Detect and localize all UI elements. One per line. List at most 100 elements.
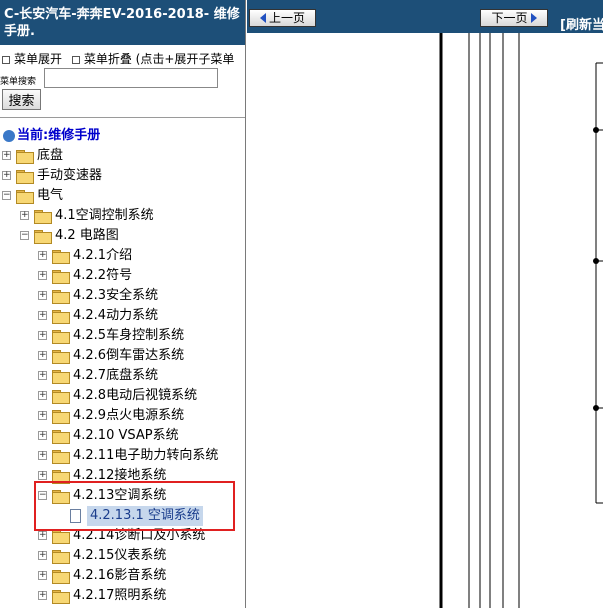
menu-tree: 当前:维修手册 + 底盘 + 手动变速器 − 电气 + 4.1空调控制系统 − …: [0, 126, 245, 606]
tree-item-label: 4.2.10 VSAP系统: [73, 428, 179, 443]
folder-icon: [16, 170, 34, 184]
tree-item-label: 4.2.1介绍: [73, 248, 133, 263]
red-highlight-box: [34, 481, 235, 531]
tree-item-label: 4.2.11电子助力转向系统: [73, 448, 219, 463]
folder-icon: [52, 410, 70, 424]
expand-plus-icon[interactable]: +: [38, 571, 47, 580]
expand-plus-icon[interactable]: +: [38, 271, 47, 280]
folder-icon: [52, 270, 70, 284]
expand-icon: [2, 56, 10, 64]
folder-icon: [16, 150, 34, 164]
tree-current[interactable]: 当前:维修手册: [0, 126, 245, 146]
tree-item-4-2-10[interactable]: + 4.2.10 VSAP系统: [0, 426, 245, 446]
tree-item-label: 电气: [37, 188, 64, 203]
tree-item-manual-transmission[interactable]: + 手动变速器: [0, 166, 245, 186]
folder-icon: [52, 310, 70, 324]
folder-icon: [52, 250, 70, 264]
tree-item-label: 4.2.3安全系统: [73, 288, 159, 303]
menu-collapse-link[interactable]: 菜单折叠 (点击+展开子菜单: [70, 50, 235, 67]
junction-dot: [593, 127, 599, 133]
expand-plus-icon[interactable]: +: [38, 251, 47, 260]
menu-controls: 菜单展开 菜单折叠 (点击+展开子菜单: [0, 50, 238, 67]
nav-bar: 上一页 下一页 [刷新当: [247, 0, 603, 33]
tree-item-label: 4.2.7底盘系统: [73, 368, 159, 383]
expand-plus-icon[interactable]: +: [38, 291, 47, 300]
tree-item-4-2-1[interactable]: + 4.2.1介绍: [0, 246, 245, 266]
tree-item-4-2-7[interactable]: + 4.2.7底盘系统: [0, 366, 245, 386]
collapse-minus-icon[interactable]: −: [20, 231, 29, 240]
folder-icon: [34, 210, 52, 224]
search-input[interactable]: [44, 68, 218, 88]
expand-plus-icon[interactable]: +: [38, 531, 47, 540]
expand-plus-icon[interactable]: +: [2, 171, 11, 180]
next-page-button[interactable]: 下一页: [480, 9, 548, 27]
tree-item-electrical[interactable]: − 电气: [0, 186, 245, 206]
expand-plus-icon[interactable]: +: [38, 471, 47, 480]
tree-item-label: 4.2.5车身控制系统: [73, 328, 185, 343]
tree-item-4-2-2[interactable]: + 4.2.2符号: [0, 266, 245, 286]
tree-item-label: 4.2.2符号: [73, 268, 133, 283]
menu-expand-link[interactable]: 菜单展开: [0, 50, 62, 67]
tree-item-label: 4.2.4动力系统: [73, 308, 159, 323]
tree-item-label: 4.1空调控制系统: [55, 208, 154, 223]
folder-icon: [52, 430, 70, 444]
tree-item-label: 4.2.16影音系统: [73, 568, 167, 583]
expand-plus-icon[interactable]: +: [38, 591, 47, 600]
arrow-left-icon: [259, 13, 266, 23]
tree-item-chassis[interactable]: + 底盘: [0, 146, 245, 166]
folder-icon: [52, 530, 70, 544]
folder-icon: [52, 290, 70, 304]
tree-item-4-2-4[interactable]: + 4.2.4动力系统: [0, 306, 245, 326]
folder-icon: [52, 550, 70, 564]
search-label: 菜单搜索: [0, 77, 37, 87]
folder-icon: [52, 350, 70, 364]
folder-icon: [52, 590, 70, 604]
tree-item-label: 4.2.15仪表系统: [73, 548, 167, 563]
tree-item-4-2[interactable]: − 4.2 电路图: [0, 226, 245, 246]
prev-page-label: 上一页: [268, 11, 305, 25]
tree-item-label: 4.2 电路图: [55, 228, 119, 243]
tree-item-label: 4.2.9点火电源系统: [73, 408, 185, 423]
tree-item-4-2-17[interactable]: + 4.2.17照明系统: [0, 586, 245, 606]
menu-expand-label: 菜单展开: [14, 52, 63, 66]
expand-plus-icon[interactable]: +: [38, 351, 47, 360]
expand-plus-icon[interactable]: +: [38, 371, 47, 380]
folder-icon: [52, 390, 70, 404]
manual-title: C-长安汽车-奔奔EV-2016-2018- 维修手册.: [0, 0, 245, 45]
refresh-link[interactable]: [刷新当: [560, 14, 603, 33]
folder-icon: [52, 330, 70, 344]
expand-plus-icon[interactable]: +: [38, 551, 47, 560]
current-label: 当前:维修手册: [17, 128, 101, 143]
collapse-minus-icon[interactable]: −: [2, 191, 11, 200]
tree-item-4-2-8[interactable]: + 4.2.8电动后视镜系统: [0, 386, 245, 406]
next-page-label: 下一页: [491, 11, 528, 25]
manual-icon: [3, 130, 15, 142]
open-folder-icon: [16, 190, 34, 204]
junction-dot: [593, 405, 599, 411]
expand-plus-icon[interactable]: +: [38, 451, 47, 460]
expand-plus-icon[interactable]: +: [38, 431, 47, 440]
junction-dot: [593, 258, 599, 264]
tree-item-4-1[interactable]: + 4.1空调控制系统: [0, 206, 245, 226]
folder-icon: [52, 450, 70, 464]
tree-item-4-2-11[interactable]: + 4.2.11电子助力转向系统: [0, 446, 245, 466]
tree-item-label: 4.2.17照明系统: [73, 588, 167, 603]
tree-item-4-2-16[interactable]: + 4.2.16影音系统: [0, 566, 245, 586]
menu-collapse-label: 菜单折叠 (点击+展开子菜单: [83, 52, 235, 66]
expand-plus-icon[interactable]: +: [38, 331, 47, 340]
folder-icon: [52, 370, 70, 384]
expand-plus-icon[interactable]: +: [38, 391, 47, 400]
prev-page-button[interactable]: 上一页: [249, 9, 316, 27]
expand-plus-icon[interactable]: +: [2, 151, 11, 160]
divider: [0, 117, 245, 118]
tree-item-4-2-3[interactable]: + 4.2.3安全系统: [0, 286, 245, 306]
expand-plus-icon[interactable]: +: [20, 211, 29, 220]
tree-item-4-2-6[interactable]: + 4.2.6倒车雷达系统: [0, 346, 245, 366]
tree-item-4-2-15[interactable]: + 4.2.15仪表系统: [0, 546, 245, 566]
folder-icon: [52, 570, 70, 584]
search-button[interactable]: 搜索: [2, 89, 41, 110]
expand-plus-icon[interactable]: +: [38, 411, 47, 420]
tree-item-4-2-5[interactable]: + 4.2.5车身控制系统: [0, 326, 245, 346]
expand-plus-icon[interactable]: +: [38, 311, 47, 320]
tree-item-4-2-9[interactable]: + 4.2.9点火电源系统: [0, 406, 245, 426]
